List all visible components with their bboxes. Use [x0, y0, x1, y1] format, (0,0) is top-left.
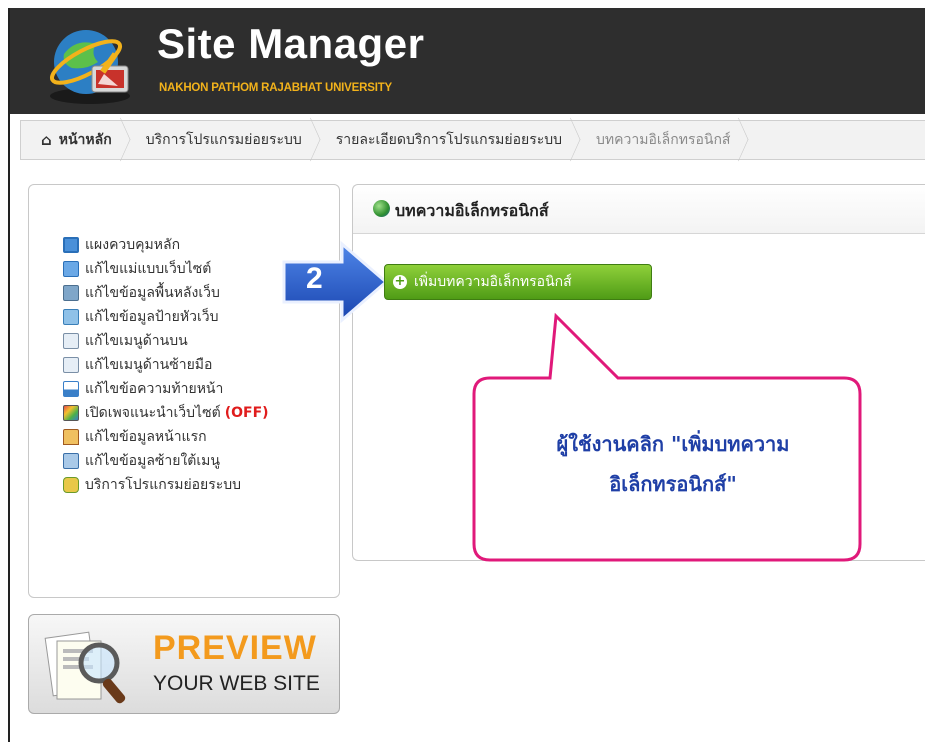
sidebar-item-footer[interactable]: แก้ไขข้อความท้ายหน้า [63, 377, 269, 401]
preview-website-button[interactable]: PREVIEW YOUR WEB SITE [28, 614, 340, 714]
step-number: 2 [306, 262, 323, 295]
magnifier-icon [44, 631, 126, 704]
sidebar-item-label: แก้ไขข้อความท้ายหน้า [85, 381, 224, 397]
callout-line: อิเล็กทรอนิกส์" [609, 472, 737, 496]
site-manager-logo-icon [49, 30, 130, 104]
app-title: Site Manager [157, 20, 425, 67]
sub-menu-icon [63, 453, 79, 469]
sidebar-item-intro-page[interactable]: เปิดเพจแนะนำเว็บไซต์ (OFF) [63, 401, 269, 425]
preview-subtitle: YOUR WEB SITE [153, 672, 320, 695]
sidebar-item-services[interactable]: บริการโปรแกรมย่อยระบบ [63, 473, 269, 497]
header-bar: Site Manager NAKHON PATHOM RAJABHAT UNIV… [10, 8, 925, 114]
breadcrumb-label: หน้าหลัก [58, 132, 112, 148]
sidebar-item-label: แก้ไขข้อมูลป้ายหัวเว็บ [85, 309, 219, 325]
footer-icon [63, 381, 79, 397]
left-menu-icon [63, 357, 79, 373]
breadcrumb-separator [729, 117, 749, 162]
template-icon [63, 261, 79, 277]
sidebar-item-left-menu[interactable]: แก้ไขเมนูด้านซ้ายมือ [63, 353, 269, 377]
preview-title: PREVIEW [153, 629, 317, 667]
panel-header: บทความอิเล็กทรอนิกส์ [353, 185, 925, 234]
panel-title: บทความอิเล็กทรอนิกส์ [395, 201, 549, 220]
status-badge: (OFF) [224, 405, 269, 421]
home-icon: ⌂ [41, 131, 52, 149]
services-icon [63, 477, 79, 493]
sidebar-item-sub-menu[interactable]: แก้ไขข้อมูลซ้ายใต้เมนู [63, 449, 269, 473]
sidebar-item-label: บริการโปรแกรมย่อยระบบ [85, 477, 242, 493]
sidebar-item-label: แก้ไขเมนูด้านบน [85, 333, 188, 349]
app-window: Site Manager NAKHON PATHOM RAJABHAT UNIV… [8, 8, 925, 742]
intro-page-icon [63, 405, 79, 421]
breadcrumb-separator [560, 117, 581, 162]
breadcrumb-service-details[interactable]: รายละเอียดบริการโปรแกรมย่อยระบบ [320, 117, 581, 162]
breadcrumb-home[interactable]: ⌂ หน้าหลัก [21, 117, 131, 162]
banner-icon [63, 309, 79, 325]
top-menu-icon [63, 333, 79, 349]
app-subtitle: NAKHON PATHOM RAJABHAT UNIVERSITY [159, 82, 392, 94]
breadcrumb-label: รายละเอียดบริการโปรแกรมย่อยระบบ [335, 132, 563, 148]
callout-line: ผู้ใช้งานคลิก "เพิ่มบทความ [556, 432, 790, 456]
sidebar-item-label: เปิดเพจแนะนำเว็บไซต์ [85, 405, 221, 421]
add-article-button[interactable]: + เพิ่มบทความอิเล็กทรอนิกส์ [384, 264, 652, 300]
breadcrumb-label: บริการโปรแกรมย่อยระบบ [145, 132, 302, 148]
dashboard-icon [63, 237, 79, 253]
sidebar-menu: แผงควบคุมหลัก แก้ไขแม่แบบเว็บไซต์ แก้ไขข… [63, 233, 269, 497]
breadcrumb-label: บทความอิเล็กทรอนิกส์ [596, 132, 731, 148]
sidebar-item-template[interactable]: แก้ไขแม่แบบเว็บไซต์ [63, 257, 269, 281]
sidebar-item-background[interactable]: แก้ไขข้อมูลพื้นหลังเว็บ [63, 281, 269, 305]
sidebar-item-label: แผงควบคุมหลัก [85, 237, 181, 253]
breadcrumb-services[interactable]: บริการโปรแกรมย่อยระบบ [130, 117, 321, 162]
step-arrow-icon [282, 240, 389, 324]
sidebar-item-home-page[interactable]: แก้ไขข้อมูลหน้าแรก [63, 425, 269, 449]
add-article-button-label: เพิ่มบทความอิเล็กทรอนิกส์ [414, 274, 572, 290]
background-icon [63, 285, 79, 301]
globe-icon [373, 200, 390, 217]
sidebar-item-label: แก้ไขข้อมูลพื้นหลังเว็บ [85, 285, 220, 301]
sidebar-item-label: แก้ไขข้อมูลหน้าแรก [85, 429, 207, 445]
sidebar-item-label: แก้ไขแม่แบบเว็บไซต์ [85, 261, 212, 277]
home-page-icon [63, 429, 79, 445]
sidebar-item-label: แก้ไขเมนูด้านซ้ายมือ [85, 357, 213, 373]
breadcrumb-separator [300, 117, 321, 162]
breadcrumb-separator [110, 117, 131, 162]
sidebar-item-top-menu[interactable]: แก้ไขเมนูด้านบน [63, 329, 269, 353]
callout-text: ผู้ใช้งานคลิก "เพิ่มบทความ อิเล็กทรอนิกส… [478, 424, 868, 504]
sidebar-item-dashboard[interactable]: แผงควบคุมหลัก [63, 233, 269, 257]
sidebar-item-banner[interactable]: แก้ไขข้อมูลป้ายหัวเว็บ [63, 305, 269, 329]
breadcrumb: ⌂ หน้าหลัก บริการโปรแกรมย่อยระบบ รายละเอ… [20, 117, 925, 162]
breadcrumb-current: บทความอิเล็กทรอนิกส์ [580, 117, 749, 162]
sidebar-item-label: แก้ไขข้อมูลซ้ายใต้เมนู [85, 453, 220, 469]
plus-icon: + [393, 274, 407, 289]
